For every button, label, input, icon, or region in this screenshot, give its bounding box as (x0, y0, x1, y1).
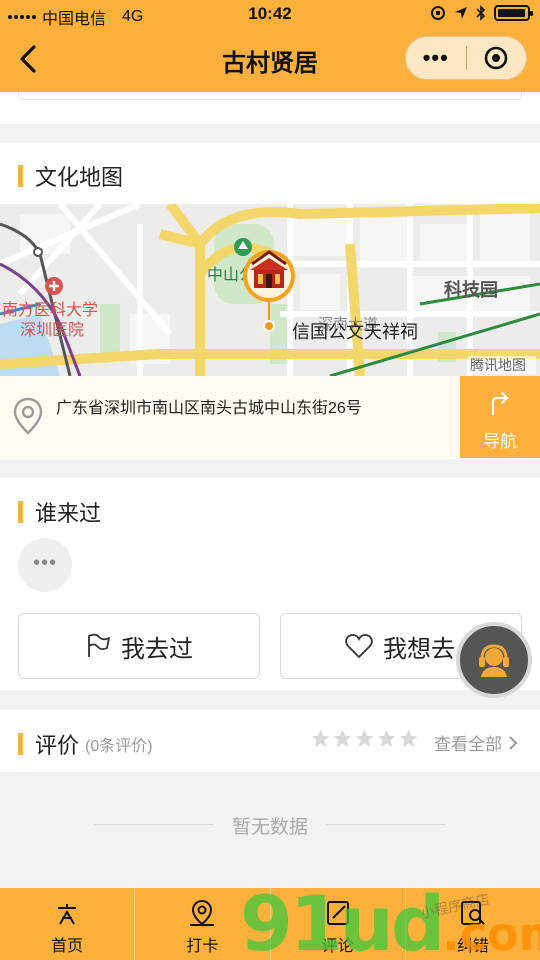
watermark-logo: 91ud.com (240, 879, 540, 960)
close-target-icon[interactable] (466, 45, 526, 71)
navigate-label: 导航 (483, 432, 517, 451)
empty-text: 暂无数据 (231, 817, 308, 838)
previous-card-bottom (0, 92, 540, 124)
location-pin-icon (13, 397, 43, 435)
more-visitors-button[interactable]: ••• (18, 538, 72, 592)
more-dots-icon[interactable]: ••• (406, 45, 466, 71)
address-text: 广东省深圳市南山区南头古城中山东街26号 (56, 400, 362, 417)
map-label-hospital-2: 深圳医院 (20, 320, 84, 339)
headset-icon (479, 644, 509, 677)
see-all-reviews-link[interactable]: 查看全部 (434, 730, 518, 755)
been-there-button[interactable]: 我去过 (18, 613, 260, 679)
customer-service-button[interactable] (456, 622, 532, 698)
heading-accent-bar (18, 165, 23, 187)
top-bar: 中国电信 4G 10:42 古村贤居 ••• (0, 0, 540, 92)
rotation-lock-icon (431, 6, 445, 20)
navigation-bar: 古村贤居 ••• (0, 30, 540, 90)
chevron-right-icon (509, 735, 518, 750)
map-label-district: 科技园 (444, 279, 498, 301)
empty-state: 暂无数据 (0, 772, 540, 888)
location-arrow-icon (455, 7, 467, 19)
review-count: (0条评价) (85, 738, 153, 755)
flag-icon (88, 633, 110, 657)
divider-right (326, 824, 446, 825)
star-icon (333, 729, 352, 747)
miniprogram-capsule: ••• (405, 36, 527, 80)
heading-accent-bar (18, 501, 23, 523)
culture-map[interactable]: 南方医科大学 深圳医院 中山公 科技园 深南大道 信国公文天祥祠 腾讯地图 (0, 204, 540, 376)
location-pin-icon (190, 899, 215, 926)
reviews-heading: 评价 (0条评价) (18, 728, 153, 760)
star-icon (355, 729, 374, 747)
want-to-go-label: 我想去 (383, 635, 455, 663)
status-bar: 中国电信 4G 10:42 (0, 0, 540, 30)
turn-arrow-icon (491, 391, 509, 416)
heart-icon (345, 634, 373, 659)
address-row: 广东省深圳市南山区南头古城中山东街26号 (0, 376, 540, 458)
map-provider-label: 腾讯地图 (470, 357, 526, 374)
star-icon (311, 729, 330, 747)
star-icon (399, 729, 418, 747)
battery-icon (494, 5, 533, 21)
tab-home[interactable]: 首页 (0, 888, 136, 960)
heading-accent-bar (18, 733, 23, 755)
navigate-button[interactable]: 导航 (460, 376, 540, 458)
bluetooth-icon (476, 5, 486, 21)
visitors-heading: 谁来过 (18, 496, 101, 528)
rating-stars (310, 728, 419, 749)
been-there-label: 我去过 (121, 635, 193, 663)
culture-map-heading: 文化地图 (18, 160, 123, 192)
map-label-poi: 信国公文天祥祠 (292, 322, 418, 343)
home-icon (58, 904, 77, 925)
star-icon (377, 729, 396, 747)
map-label-hospital-1: 南方医科大学 (2, 300, 98, 319)
